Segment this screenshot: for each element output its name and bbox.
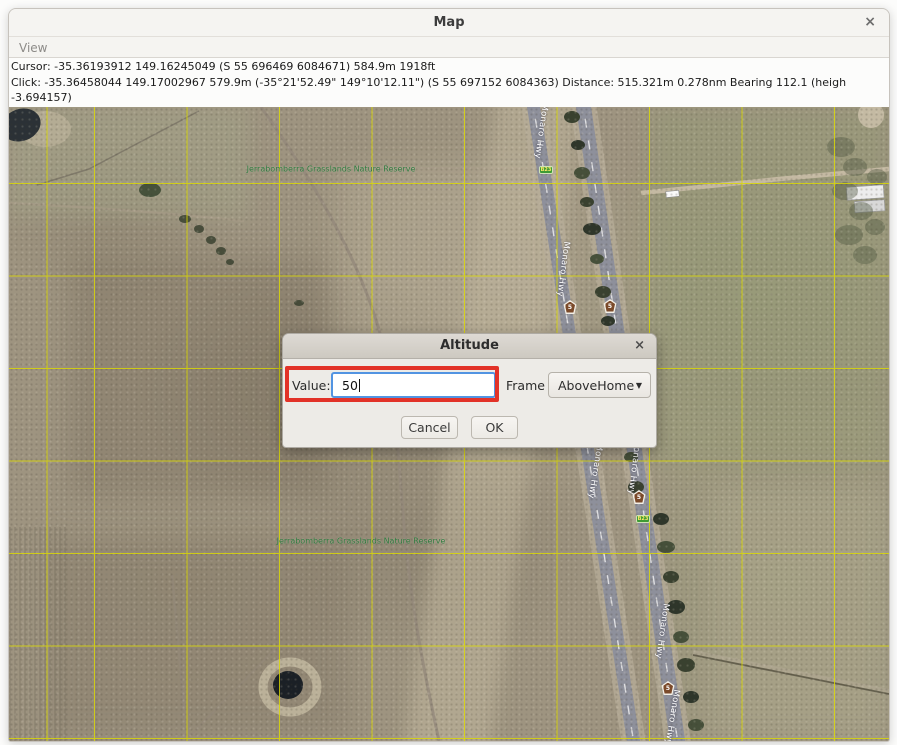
- window-title: Map: [9, 9, 889, 36]
- status-click-line: Click: -35.36458044 149.17002967 579.9m …: [11, 75, 889, 91]
- cancel-button[interactable]: Cancel: [401, 416, 458, 439]
- altitude-dialog: Altitude × Value: 50 Frame AboveHome ▼ C…: [282, 333, 657, 448]
- menu-item-view[interactable]: View: [9, 38, 57, 58]
- text-caret: [359, 379, 360, 392]
- frame-label: Frame: [506, 378, 545, 393]
- menubar: View: [9, 37, 889, 58]
- ok-button[interactable]: OK: [471, 416, 518, 439]
- window-close-icon[interactable]: ×: [864, 9, 876, 36]
- route-shield-b23: B23: [539, 166, 553, 174]
- status-readout: Cursor: -35.36193912 149.16245049 (S 55 …: [9, 58, 889, 107]
- frame-dropdown-value: AboveHome: [558, 378, 634, 393]
- status-height-line: -3.694157): [11, 90, 889, 106]
- input-text: 50: [342, 378, 358, 393]
- reserve-label: Jerrabomberra Grasslands Nature Reserve: [277, 537, 446, 546]
- window-titlebar: Map ×: [9, 9, 889, 37]
- route-shield-b23: B23: [636, 515, 650, 523]
- dialog-body: Value: 50 Frame AboveHome ▼ Cancel OK: [283, 334, 656, 447]
- status-cursor-line: Cursor: -35.36193912 149.16245049 (S 55 …: [11, 59, 889, 75]
- altitude-value-input[interactable]: 50: [331, 372, 496, 398]
- reserve-label: Jerrabomberra Grasslands Nature Reserve: [247, 165, 416, 174]
- value-label: Value:: [292, 378, 331, 393]
- chevron-down-icon: ▼: [636, 381, 642, 390]
- frame-dropdown[interactable]: AboveHome ▼: [548, 372, 651, 398]
